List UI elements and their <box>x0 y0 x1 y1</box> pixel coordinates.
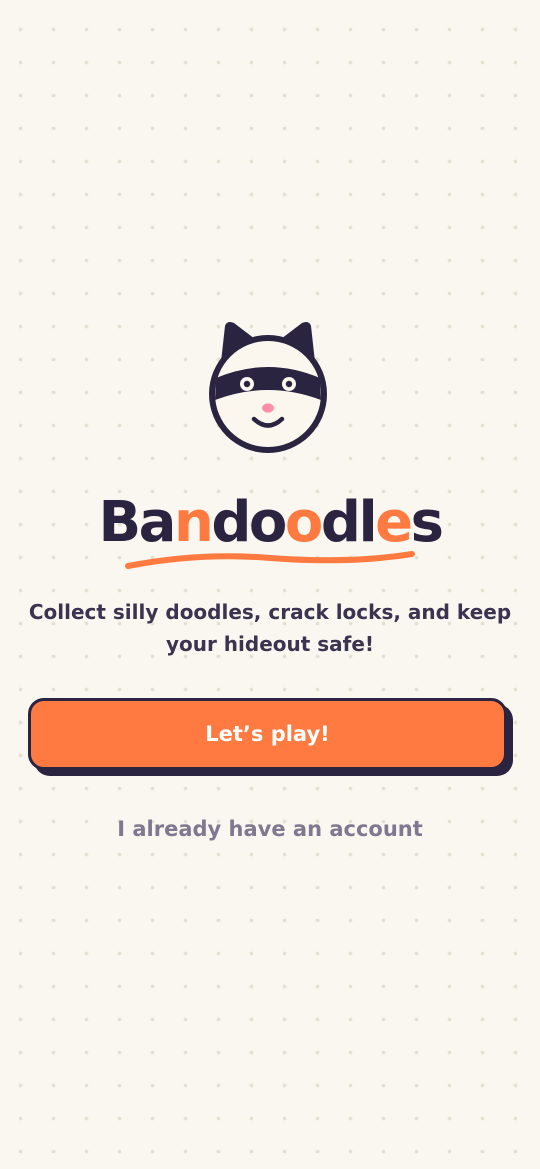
existing-account-link[interactable]: I already have an account <box>0 817 540 841</box>
tagline: Collect silly doodles, crack locks, and … <box>28 600 512 656</box>
welcome-screen: Bandoodles Collect silly doodles, crack … <box>0 0 540 1169</box>
raccoon-mascot-icon <box>209 322 327 453</box>
logo-underline-swoosh <box>125 551 415 569</box>
lets-play-button[interactable]: Let’s play! <box>28 698 507 770</box>
brand-logo: Bandoodles <box>0 488 540 578</box>
